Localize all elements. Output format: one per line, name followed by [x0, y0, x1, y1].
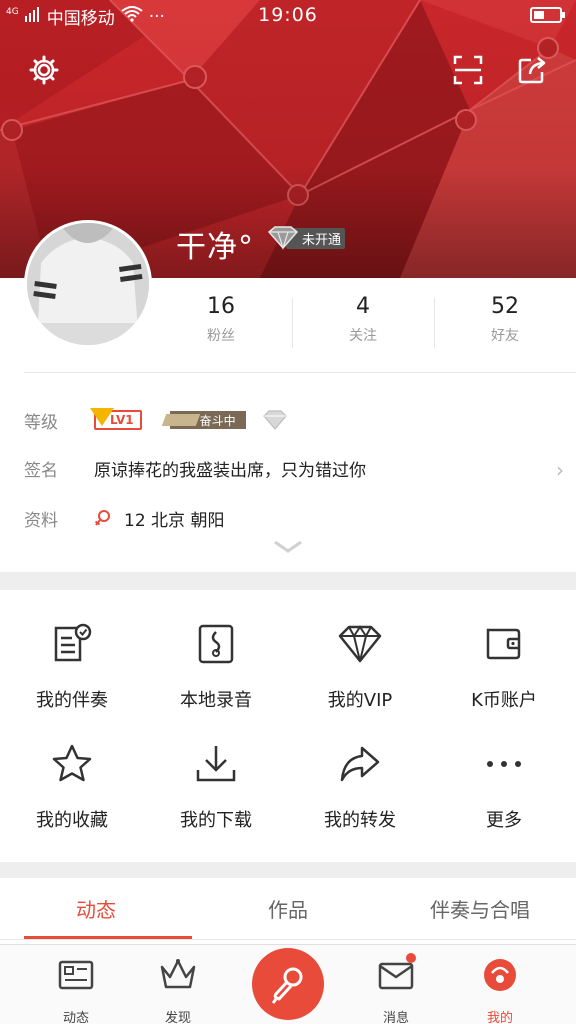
profile-text: 12 北京 朝阳	[124, 510, 225, 531]
grid-item-kcoin[interactable]: K币账户	[432, 600, 576, 720]
record-button[interactable]	[252, 948, 324, 1020]
nav-item-feed[interactable]: 动态	[26, 945, 126, 1024]
stat-following[interactable]: 4 关注	[292, 290, 434, 360]
accompaniment-icon	[54, 623, 92, 662]
grid-label: K币账户	[471, 690, 537, 711]
signature-row[interactable]: 签名 原谅捧花的我盛装出席，只为错过你 ›	[24, 448, 564, 488]
stat-value: 4	[356, 294, 370, 319]
microphone-icon	[271, 967, 303, 1004]
grid-label: 我的VIP	[327, 690, 393, 711]
divider	[24, 372, 576, 373]
grid-item-local-recording[interactable]: 本地录音	[144, 600, 288, 720]
status-time: 19:06	[258, 4, 318, 26]
more-icon	[487, 761, 521, 767]
gear-icon	[29, 55, 59, 85]
avatar-photo	[27, 223, 149, 345]
level-key: 等级	[24, 412, 58, 433]
battery-icon	[530, 7, 565, 23]
grid-item-favorites[interactable]: 我的收藏	[0, 720, 144, 840]
section-gap	[0, 572, 576, 590]
grid-label: 我的下载	[180, 810, 252, 831]
scan-icon	[453, 55, 483, 85]
username[interactable]: 干净°	[176, 222, 254, 266]
profile-info-row[interactable]: 资料 12 北京 朝阳	[24, 498, 564, 538]
local-recording-icon	[198, 624, 234, 664]
nav-item-messages[interactable]: 消息	[346, 945, 446, 1024]
grid-item-forwards[interactable]: 我的转发	[288, 720, 432, 840]
section-gap	[0, 862, 576, 878]
download-icon	[196, 746, 236, 782]
notification-dot	[406, 953, 416, 963]
scan-button[interactable]	[448, 50, 488, 90]
nav-item-discover[interactable]: 发现	[128, 945, 228, 1024]
forward-icon	[340, 746, 380, 782]
diamond-icon	[267, 226, 299, 250]
nav-label: 动态	[62, 1011, 89, 1024]
feature-grid: 我的伴奏 本地录音 我的VIP K币账户 我的收藏 我的下载 我的转发 更多	[0, 600, 576, 860]
tab-works[interactable]: 作品	[192, 880, 384, 939]
tab-accompaniment-chorus[interactable]: 伴奏与合唱	[384, 880, 576, 939]
nav-label: 消息	[382, 1011, 409, 1024]
wallet-icon	[486, 628, 521, 660]
feed-icon	[58, 960, 94, 990]
share-button[interactable]	[512, 50, 552, 90]
grid-label: 我的伴奏	[36, 690, 108, 711]
stat-label: 粉丝	[207, 328, 235, 344]
stat-fans[interactable]: 16 粉丝	[150, 290, 292, 360]
star-icon	[52, 744, 92, 782]
nav-label: 发现	[164, 1011, 191, 1024]
profile-page: 4G 中国移动 ··· 19:06 干净° 未开通 16 粉丝 4 关注 52 …	[0, 0, 576, 1024]
vip-diamond-icon	[338, 625, 382, 663]
female-icon	[94, 510, 110, 526]
grid-label: 本地录音	[180, 690, 252, 711]
content-tabs: 动态 作品 伴奏与合唱	[0, 880, 576, 940]
tab-feed[interactable]: 动态	[0, 880, 192, 939]
struggle-badge: 奋斗中	[169, 411, 246, 429]
grid-label: 我的转发	[324, 810, 396, 831]
nav-label: 我的	[486, 1011, 513, 1024]
profile-key: 资料	[24, 510, 58, 531]
stat-friends[interactable]: 52 好友	[434, 290, 576, 360]
grid-item-downloads[interactable]: 我的下载	[144, 720, 288, 840]
avatar[interactable]	[24, 220, 152, 348]
profile-stats: 16 粉丝 4 关注 52 好友	[150, 290, 576, 360]
chevron-right-icon: ›	[556, 458, 564, 482]
stat-value: 52	[491, 294, 519, 319]
grid-item-vip[interactable]: 我的VIP	[288, 600, 432, 720]
expand-chevron-icon[interactable]	[273, 540, 303, 554]
nav-item-me[interactable]: 我的	[450, 945, 550, 1024]
grid-label: 更多	[486, 810, 522, 831]
vip-badge[interactable]: 未开通	[266, 226, 346, 250]
diamond-gray-icon	[262, 410, 287, 430]
status-bar: 4G 中国移动 ··· 19:06	[0, 0, 576, 30]
level-badge: LV1	[90, 408, 142, 430]
stat-label: 好友	[491, 328, 519, 344]
stat-label: 关注	[349, 328, 377, 344]
share-icon	[518, 57, 546, 84]
settings-button[interactable]	[24, 50, 64, 90]
grid-label: 我的收藏	[36, 810, 108, 831]
me-icon	[484, 959, 516, 991]
level-row[interactable]: 等级 LV1 奋斗中	[24, 400, 564, 440]
signature-key: 签名	[24, 460, 58, 481]
signature-text: 原谅捧花的我盛装出席，只为错过你	[94, 460, 366, 481]
crown-icon	[160, 959, 196, 989]
stat-value: 16	[207, 294, 235, 319]
grid-item-more[interactable]: 更多	[432, 720, 576, 840]
grid-item-accompaniment[interactable]: 我的伴奏	[0, 600, 144, 720]
